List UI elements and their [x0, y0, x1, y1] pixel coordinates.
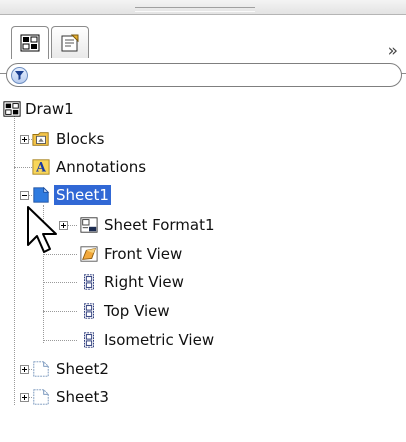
drawing-icon	[3, 101, 21, 117]
tree-node-label: Sheet3	[56, 388, 109, 406]
tab-featuremanager[interactable]	[11, 26, 49, 59]
tab-propertymanager[interactable]	[51, 26, 89, 58]
sheet-icon	[33, 361, 49, 377]
collapse-toggle[interactable]	[20, 191, 29, 200]
tree-node-label: Sheet2	[56, 360, 109, 378]
tree-node-label: Front View	[104, 245, 183, 263]
tree-connector	[14, 116, 16, 405]
splitter-grip[interactable]	[135, 7, 255, 12]
featuremanager-tree-icon	[20, 34, 40, 52]
panel-title-bar	[0, 0, 406, 15]
filter-icon[interactable]	[11, 67, 28, 84]
tree-node-label: Blocks	[56, 130, 105, 148]
tree-connector	[14, 167, 32, 169]
feature-tree: Draw1 Blocks A Annotations Sheet1 Sheet …	[0, 92, 406, 442]
svg-text:A: A	[35, 160, 46, 175]
filter-box[interactable]	[6, 63, 402, 87]
overflow-chevron-icon[interactable]: »	[388, 41, 398, 61]
tree-node-label: Sheet Format1	[104, 216, 215, 234]
sheet-format-icon	[80, 217, 98, 233]
annotations-icon: A	[32, 159, 50, 175]
tree-node-label: Draw1	[25, 100, 74, 118]
projected-view-icon	[84, 274, 94, 290]
tree-connector	[43, 282, 77, 284]
sheet-icon	[33, 389, 49, 405]
tree-connector	[68, 225, 77, 227]
tree-node-label: Annotations	[56, 158, 147, 176]
front-view-icon	[80, 246, 98, 262]
filter-input[interactable]	[33, 66, 393, 84]
sheet-icon	[33, 186, 50, 203]
property-manager-icon	[61, 34, 79, 52]
projected-view-icon	[84, 303, 94, 319]
expand-toggle[interactable]	[20, 135, 29, 144]
projected-view-icon	[84, 332, 94, 348]
tree-connector	[43, 311, 77, 313]
expand-toggle[interactable]	[20, 365, 29, 374]
panel-tab-strip: »	[0, 15, 406, 74]
expand-toggle[interactable]	[20, 393, 29, 402]
tree-node-label: Right View	[104, 273, 184, 291]
blocks-folder-icon	[32, 132, 49, 146]
tree-node-label: Top View	[104, 302, 170, 320]
expand-toggle[interactable]	[59, 221, 68, 230]
tree-node-label: Isometric View	[104, 331, 215, 349]
tree-node-label: Sheet1	[54, 185, 111, 205]
mouse-cursor-icon	[27, 206, 57, 253]
tree-connector	[43, 340, 77, 342]
